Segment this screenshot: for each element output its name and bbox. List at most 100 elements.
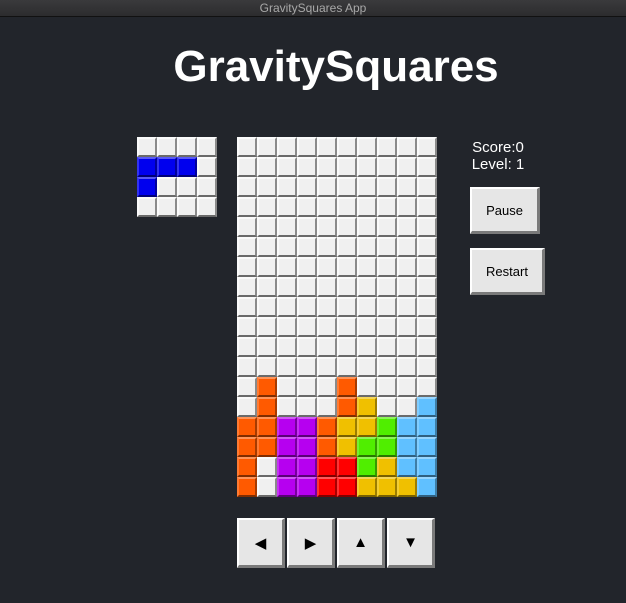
board-empty-cell	[417, 337, 437, 357]
board-empty-cell	[317, 157, 337, 177]
board-empty-cell	[317, 217, 337, 237]
board-empty-cell	[357, 157, 377, 177]
board-block-cell	[417, 477, 437, 497]
board-block-cell	[317, 477, 337, 497]
board-empty-cell	[277, 257, 297, 277]
board-block-cell	[357, 417, 377, 437]
board-block-cell	[277, 457, 297, 477]
window-titlebar: GravitySquares App	[0, 0, 626, 17]
board-empty-cell	[377, 377, 397, 397]
preview-empty-cell	[197, 157, 217, 177]
board-empty-cell	[397, 157, 417, 177]
board-empty-cell	[297, 397, 317, 417]
board-block-cell	[297, 417, 317, 437]
board-empty-cell	[277, 137, 297, 157]
board-block-cell	[417, 457, 437, 477]
stats-panel: Score:0 Level: 1	[466, 139, 530, 173]
board-empty-cell	[337, 197, 357, 217]
board-empty-cell	[357, 377, 377, 397]
board-empty-cell	[277, 377, 297, 397]
board-empty-cell	[337, 277, 357, 297]
board-empty-cell	[357, 257, 377, 277]
board-empty-cell	[317, 137, 337, 157]
board-block-cell	[257, 377, 277, 397]
score-display: Score:0	[472, 139, 524, 156]
drop-button[interactable]: ▼	[387, 518, 435, 568]
pause-button[interactable]: Pause	[470, 187, 540, 234]
move-right-button[interactable]: ▶	[287, 518, 335, 568]
board-empty-cell	[417, 217, 437, 237]
board-block-cell	[317, 457, 337, 477]
board-block-cell	[277, 477, 297, 497]
board-block-cell	[397, 437, 417, 457]
board-empty-cell	[257, 297, 277, 317]
board-empty-cell	[397, 237, 417, 257]
board-empty-cell	[237, 257, 257, 277]
board-empty-cell	[357, 297, 377, 317]
preview-empty-cell	[177, 197, 197, 217]
board-block-cell	[317, 417, 337, 437]
board-block-cell	[337, 457, 357, 477]
move-left-button[interactable]: ◀	[237, 518, 285, 568]
board-empty-cell	[237, 217, 257, 237]
board-block-cell	[337, 477, 357, 497]
board-empty-cell	[337, 177, 357, 197]
board-empty-cell	[417, 177, 437, 197]
board-empty-cell	[277, 357, 297, 377]
board-empty-cell	[297, 257, 317, 277]
board-empty-cell	[337, 137, 357, 157]
board-empty-cell	[317, 337, 337, 357]
board-block-cell	[337, 377, 357, 397]
board-empty-cell	[297, 177, 317, 197]
board-empty-cell	[417, 357, 437, 377]
board-block-cell	[337, 437, 357, 457]
board-block-cell	[377, 457, 397, 477]
board-empty-cell	[377, 277, 397, 297]
board-empty-cell	[397, 337, 417, 357]
board-block-cell	[237, 457, 257, 477]
board-block-cell	[257, 417, 277, 437]
preview-empty-cell	[157, 137, 177, 157]
board-empty-cell	[297, 357, 317, 377]
board-block-cell	[257, 437, 277, 457]
board-empty-cell	[397, 137, 417, 157]
board-empty-cell	[237, 357, 257, 377]
board-empty-cell	[297, 377, 317, 397]
board-empty-cell	[357, 317, 377, 337]
board-block-cell	[357, 397, 377, 417]
board-empty-cell	[417, 317, 437, 337]
next-piece-preview	[137, 137, 217, 217]
board-empty-cell	[317, 197, 337, 217]
rotate-button[interactable]: ▲	[337, 518, 385, 568]
board-empty-cell	[297, 317, 317, 337]
board-empty-cell	[357, 177, 377, 197]
board-block-cell	[357, 437, 377, 457]
board-empty-cell	[297, 277, 317, 297]
board-block-cell	[357, 477, 377, 497]
board-empty-cell	[257, 337, 277, 357]
restart-button[interactable]: Restart	[470, 248, 545, 295]
board-empty-cell	[277, 217, 297, 237]
board-empty-cell	[417, 237, 437, 257]
board-block-cell	[237, 477, 257, 497]
board-empty-cell	[337, 237, 357, 257]
board-empty-cell	[397, 197, 417, 217]
board-empty-cell	[337, 157, 357, 177]
board-empty-cell	[237, 277, 257, 297]
board-empty-cell	[417, 197, 437, 217]
board-empty-cell	[257, 177, 277, 197]
board-empty-cell	[377, 317, 397, 337]
board-empty-cell	[257, 157, 277, 177]
window-title: GravitySquares App	[259, 1, 367, 15]
board-empty-cell	[297, 237, 317, 257]
board-empty-cell	[337, 337, 357, 357]
board-empty-cell	[257, 477, 277, 497]
board-empty-cell	[237, 377, 257, 397]
board-empty-cell	[237, 237, 257, 257]
board-block-cell	[417, 417, 437, 437]
board-empty-cell	[277, 197, 297, 217]
board-empty-cell	[257, 277, 277, 297]
board-empty-cell	[357, 197, 377, 217]
board-empty-cell	[417, 137, 437, 157]
board-empty-cell	[297, 337, 317, 357]
